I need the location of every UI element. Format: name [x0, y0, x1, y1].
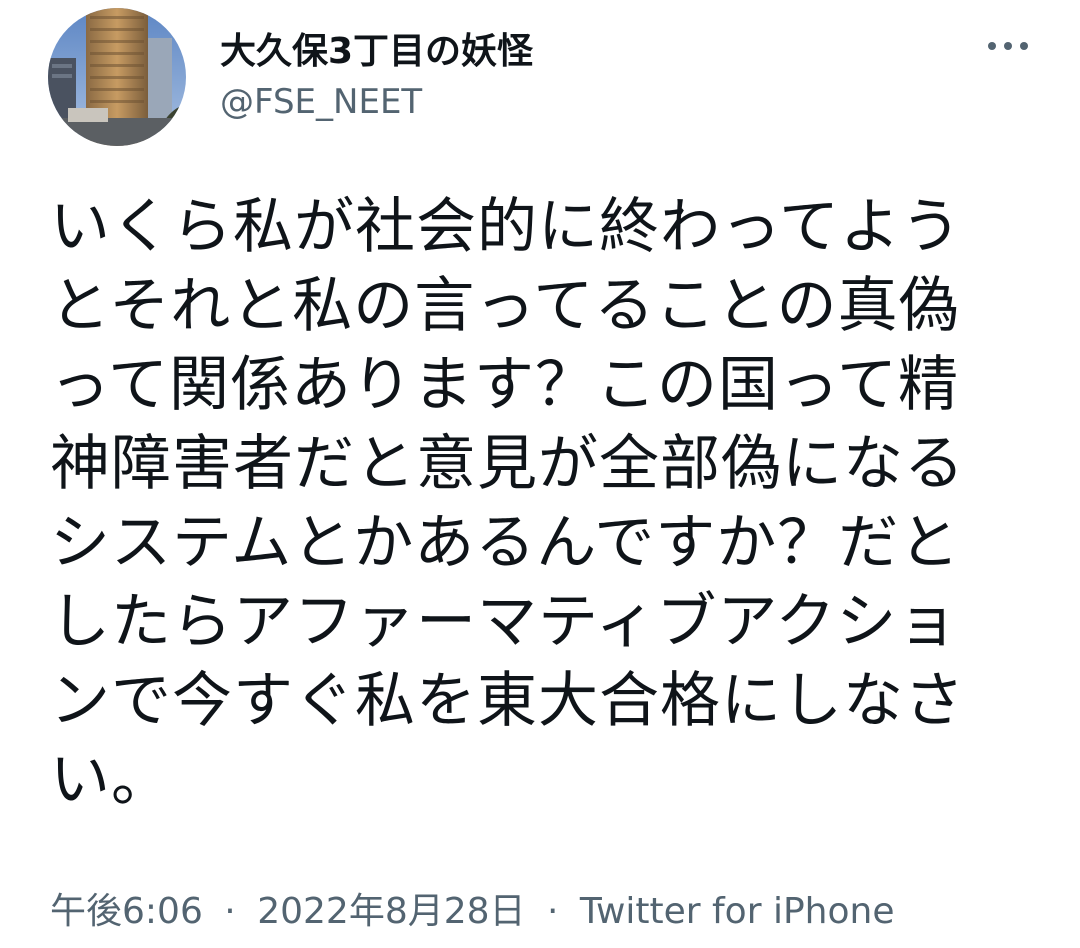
tweet-text: いくら私が社会的に終わってようとそれと私の言ってることの真偽って関係あります？こ…: [50, 192, 965, 815]
tweet-time[interactable]: 午後6:06: [50, 891, 203, 932]
meta-separator: ·: [547, 891, 559, 932]
user-handle[interactable]: @FSE_NEET: [220, 82, 422, 122]
meta-separator: ·: [224, 891, 236, 932]
tweet-metadata: 午後6:06 · 2022年8月28日 · Twitter for iPhone: [50, 882, 894, 934]
tweet-source[interactable]: Twitter for iPhone: [580, 891, 895, 932]
more-options-button[interactable]: [978, 24, 1038, 68]
tweet-date[interactable]: 2022年8月28日: [257, 891, 525, 932]
display-name[interactable]: 大久保3丁目の妖怪: [220, 22, 533, 74]
more-horizontal-icon-dot: [1020, 42, 1028, 50]
avatar[interactable]: [48, 8, 186, 146]
more-horizontal-icon-dot: [1004, 42, 1012, 50]
tweet-detail: 大久保3丁目の妖怪 @FSE_NEET いくら私が社会的に終わってようとそれと私…: [0, 0, 1080, 948]
more-horizontal-icon: [988, 42, 996, 50]
building-photo-icon: [48, 8, 186, 146]
